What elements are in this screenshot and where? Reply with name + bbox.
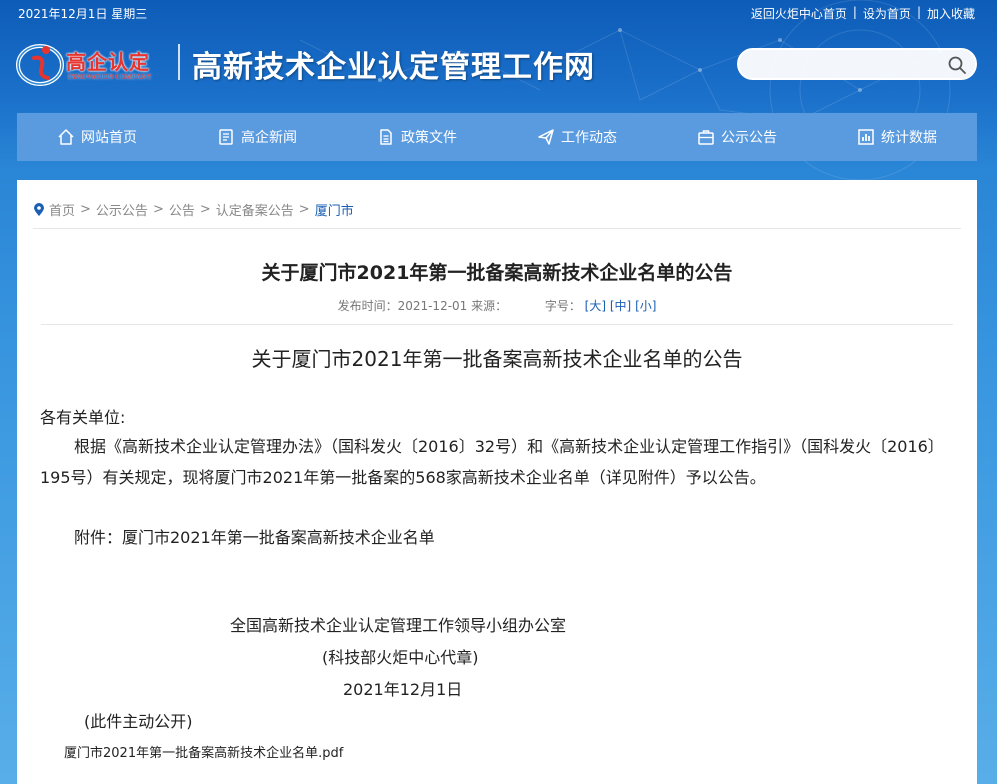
document-title: 关于厦门市2021年第一批备案高新技术企业名单的公告	[251, 347, 743, 371]
nav-item-statistics[interactable]: 统计数据	[817, 113, 977, 161]
breadcrumb-filing-announcements[interactable]: 认定备案公告	[216, 200, 294, 219]
font-size-label: 字号：	[544, 299, 581, 313]
search-box	[737, 48, 977, 80]
attachment-line: 附件：厦门市2021年第一批备案高新技术企业名单	[74, 528, 435, 547]
publish-date: 发布时间：2021-12-01	[337, 299, 468, 313]
signature-date: 2021年12月1日	[343, 680, 463, 699]
breadcrumb: 首页 > 公示公告 > 公告 > 认定备案公告 > 厦门市	[33, 200, 354, 219]
article-meta: 发布时间：2021-12-01 来源： 字号： [大] [中] [小]	[17, 297, 977, 314]
header-divider	[178, 44, 180, 80]
nav-item-announcements[interactable]: 公示公告	[657, 113, 817, 161]
article-title: 关于厦门市2021年第一批备案高新技术企业名单的公告	[261, 262, 733, 284]
search-input[interactable]	[751, 54, 941, 74]
main-nav: 网站首页 高企新闻 政策文件 工作动态 公示公告 统计数据	[17, 113, 977, 161]
briefcase-icon	[698, 130, 714, 145]
nav-item-label: 统计数据	[881, 130, 937, 146]
nav-item-label: 高企新闻	[241, 130, 297, 146]
article-content-panel: 首页 > 公示公告 > 公告 > 认定备案公告 > 厦门市 关于厦门市2021年…	[17, 180, 977, 784]
article-source: 来源：	[471, 299, 508, 313]
nav-item-label: 工作动态	[561, 130, 617, 146]
separator: |	[916, 5, 921, 19]
logo-chinese-text: 高企认定	[66, 50, 150, 74]
breadcrumb-arrow: >	[152, 202, 164, 217]
public-disclosure-note: (此件主动公开)	[84, 712, 193, 731]
top-links: 返回火炬中心首页 | 设为首页 | 加入收藏	[751, 5, 975, 22]
signature-organization: 全国高新技术企业认定管理工作领导小组办公室	[230, 616, 567, 635]
news-icon	[219, 129, 233, 145]
breadcrumb-divider	[33, 228, 961, 229]
attachment-pdf-link[interactable]: 厦门市2021年第一批备案高新技术企业名单.pdf	[64, 742, 343, 761]
search-icon[interactable]	[947, 55, 967, 75]
location-pin-icon	[34, 202, 44, 216]
separator: |	[852, 5, 857, 19]
title-divider	[41, 324, 953, 325]
document-icon	[380, 129, 392, 145]
nav-item-label: 网站首页	[81, 130, 137, 146]
breadcrumb-arrow: >	[80, 202, 91, 217]
paper-plane-icon	[538, 129, 554, 145]
nav-item-home[interactable]: 网站首页	[17, 113, 177, 161]
chart-icon	[858, 129, 874, 145]
breadcrumb-home[interactable]: 首页	[49, 200, 75, 219]
breadcrumb-xiamen[interactable]: 厦门市	[315, 200, 354, 219]
back-to-torch-home-link[interactable]: 返回火炬中心首页	[751, 5, 847, 22]
font-size-medium-button[interactable]: [中]	[610, 299, 631, 313]
top-bar: 2021年12月1日 星期三 返回火炬中心首页 | 设为首页 | 加入收藏	[0, 0, 997, 26]
salutation: 各有关单位:	[40, 408, 126, 427]
nav-item-policy[interactable]: 政策文件	[337, 113, 497, 161]
breadcrumb-public-notices[interactable]: 公示公告	[96, 200, 148, 219]
logo-english-text: INNOVATION COMPANY	[68, 73, 153, 81]
nav-item-work-updates[interactable]: 工作动态	[497, 113, 657, 161]
nav-item-label: 政策文件	[401, 130, 457, 146]
site-logo[interactable]: 高企认定 INNOVATION COMPANY	[16, 40, 166, 88]
font-size-small-button[interactable]: [小]	[635, 299, 656, 313]
add-favorite-link[interactable]: 加入收藏	[927, 5, 975, 22]
signature-seal-note: (科技部火炬中心代章)	[322, 648, 479, 667]
nav-item-label: 公示公告	[721, 130, 777, 146]
set-homepage-link[interactable]: 设为首页	[863, 5, 911, 22]
announcement-paragraph: 根据《高新技术企业认定管理办法》（国科发火〔2016〕32号）和《高新技术企业认…	[40, 437, 944, 487]
home-icon	[58, 129, 74, 145]
breadcrumb-announcements[interactable]: 公告	[169, 200, 195, 219]
current-date: 2021年12月1日 星期三	[18, 7, 148, 21]
site-header: 高企认定 INNOVATION COMPANY 高新技术企业认定管理工作网	[0, 26, 997, 112]
font-size-large-button[interactable]: [大]	[585, 299, 606, 313]
font-size-controls: 字号： [大] [中] [小]	[545, 299, 657, 313]
breadcrumb-arrow: >	[298, 202, 310, 217]
site-title: 高新技术企业认定管理工作网	[192, 50, 595, 85]
nav-item-news[interactable]: 高企新闻	[177, 113, 337, 161]
logo-mark-icon	[16, 44, 64, 86]
breadcrumb-arrow: >	[199, 202, 211, 217]
